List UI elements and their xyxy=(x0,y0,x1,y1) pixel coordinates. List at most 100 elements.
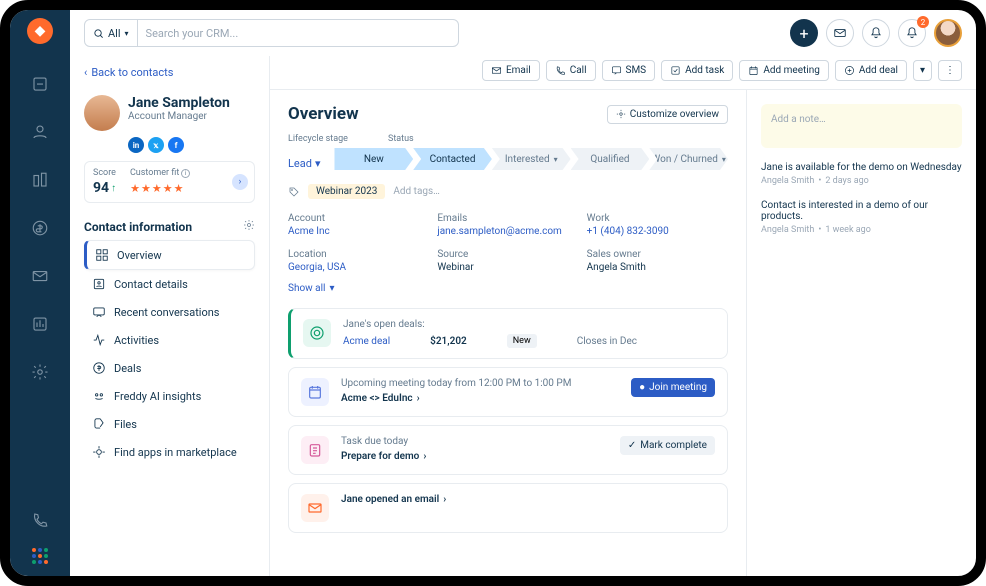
deal-card-title: Jane's open deals: xyxy=(343,319,715,330)
deal-close-date: Closes in Dec xyxy=(577,336,637,347)
call-button[interactable]: Call xyxy=(546,60,596,81)
app-logo[interactable]: ◆ xyxy=(27,18,53,44)
lead-label: Lead xyxy=(288,157,312,170)
contact-role: Account Manager xyxy=(128,111,230,122)
btn-label: Call xyxy=(570,65,587,76)
lifecycle-stage-dropdown[interactable]: Lead ▾ xyxy=(288,157,320,170)
nav-contact-details[interactable]: Contact details xyxy=(84,270,255,298)
topbar-email-icon[interactable] xyxy=(826,19,854,47)
nav-marketplace[interactable]: Find apps in marketplace xyxy=(84,438,255,466)
quick-add-button[interactable]: + xyxy=(790,19,818,47)
deal-amount: $21,202 xyxy=(430,336,467,347)
btn-label: Add task xyxy=(685,65,724,76)
nav-conversations[interactable]: Recent conversations xyxy=(84,298,255,326)
nav-label: Freddy AI insights xyxy=(114,390,201,403)
field-label: Work xyxy=(587,213,728,224)
show-all-label: Show all xyxy=(288,283,325,294)
note-item[interactable]: Contact is interested in a demo of our p… xyxy=(761,200,962,235)
stage-won[interactable]: Won / Churned▾ xyxy=(649,148,728,170)
nav-files[interactable]: Files xyxy=(84,410,255,438)
deal-link[interactable]: Acme deal xyxy=(343,336,390,347)
search-filter-dropdown[interactable]: All ▾ xyxy=(85,20,138,46)
deal-icon xyxy=(303,319,331,347)
task-name: Prepare for demo xyxy=(341,451,419,462)
customer-fit-label: Customer fit xyxy=(130,168,179,178)
search-wrap: All ▾ xyxy=(84,19,459,47)
add-meeting-button[interactable]: Add meeting xyxy=(739,60,829,81)
nav-overview[interactable]: Overview xyxy=(84,240,255,270)
tag-icon xyxy=(288,186,300,198)
note-author: Angela Smith xyxy=(761,176,814,186)
meeting-card: Upcoming meeting today from 12:00 PM to … xyxy=(288,367,728,417)
task-card-title: Task due today xyxy=(341,436,608,447)
rail-reports-icon[interactable] xyxy=(24,308,56,340)
stage-contacted[interactable]: Contacted xyxy=(413,148,492,170)
note-time: 2 days ago xyxy=(825,176,868,186)
activity-text: Jane opened an email xyxy=(341,494,439,505)
add-deal-button[interactable]: Add deal xyxy=(835,60,907,81)
field-label: Location xyxy=(288,249,429,260)
add-note-input[interactable]: Add a note… xyxy=(761,104,962,148)
contact-info-settings-icon[interactable] xyxy=(243,219,255,234)
add-deal-dropdown[interactable]: ▾ xyxy=(913,60,932,81)
tag-chip[interactable]: Webinar 2023 xyxy=(308,184,385,199)
notes-panel: Add a note… Jane is available for the de… xyxy=(746,90,976,576)
email-link[interactable]: jane.sampleton@acme.com xyxy=(437,226,578,237)
rail-home-icon[interactable] xyxy=(24,68,56,100)
rail-phone-icon[interactable] xyxy=(24,504,56,536)
btn-label: SMS xyxy=(626,65,647,76)
btn-label: Email xyxy=(506,65,531,76)
search-filter-label: All xyxy=(108,27,121,40)
phone-link[interactable]: +1 (404) 832-3090 xyxy=(587,226,728,237)
overview-heading: Overview xyxy=(288,104,359,124)
back-to-contacts-link[interactable]: ‹ Back to contacts xyxy=(84,66,255,79)
status-label: Status xyxy=(388,134,414,144)
note-item[interactable]: Jane is available for the demo on Wednes… xyxy=(761,162,962,186)
nav-deals[interactable]: Deals xyxy=(84,354,255,382)
rail-settings-icon[interactable] xyxy=(24,356,56,388)
show-all-fields-button[interactable]: Show all ▾ xyxy=(288,283,728,294)
meeting-card-title: Upcoming meeting today from 12:00 PM to … xyxy=(341,378,619,389)
stage-qualified[interactable]: Qualified xyxy=(571,148,650,170)
source-value: Webinar xyxy=(437,262,578,273)
topbar-alerts-icon[interactable]: 2 xyxy=(898,19,926,47)
rail-email-icon[interactable] xyxy=(24,260,56,292)
btn-label: Mark complete xyxy=(640,440,707,451)
topbar: All ▾ + 2 xyxy=(70,10,976,56)
more-actions-button[interactable]: ⋮ xyxy=(938,60,962,81)
nav-freddy-ai[interactable]: Freddy AI insights xyxy=(84,382,255,410)
nav-label: Deals xyxy=(114,362,141,375)
info-icon[interactable]: i xyxy=(181,169,190,178)
deal-card: Jane's open deals: Acme deal $21,202 New… xyxy=(288,308,728,359)
stage-new[interactable]: New xyxy=(334,148,413,170)
twitter-icon[interactable]: 𝕩 xyxy=(148,137,164,153)
customize-overview-button[interactable]: Customize overview xyxy=(607,105,728,124)
calendar-icon xyxy=(301,378,329,406)
location-link[interactable]: Georgia, USA xyxy=(288,262,429,273)
rail-contacts-icon[interactable] xyxy=(24,116,56,148)
note-text: Contact is interested in a demo of our p… xyxy=(761,200,962,222)
contact-sidebar: ‹ Back to contacts Jane Sampleton Accoun… xyxy=(70,56,270,576)
nav-activities[interactable]: Activities xyxy=(84,326,255,354)
mark-complete-button[interactable]: ✓ Mark complete xyxy=(620,436,715,455)
stage-interested[interactable]: Interested▾ xyxy=(492,148,571,170)
action-bar: Email Call SMS Add task Add meeting Add … xyxy=(270,56,976,90)
search-input[interactable] xyxy=(138,27,458,40)
email-button[interactable]: Email xyxy=(482,60,540,81)
sms-button[interactable]: SMS xyxy=(602,60,656,81)
add-task-button[interactable]: Add task xyxy=(661,60,733,81)
rail-deals-icon[interactable] xyxy=(24,212,56,244)
score-expand-icon[interactable]: › xyxy=(232,174,248,190)
join-meeting-button[interactable]: ● Join meeting xyxy=(631,378,715,397)
rail-apps-icon[interactable] xyxy=(32,548,48,564)
facebook-icon[interactable]: f xyxy=(168,137,184,153)
user-avatar[interactable] xyxy=(934,19,962,47)
task-card: Task due today Prepare for demo › ✓ Mark… xyxy=(288,425,728,475)
deal-status-chip: New xyxy=(507,334,537,348)
field-label: Source xyxy=(437,249,578,260)
linkedin-icon[interactable]: in xyxy=(128,137,144,153)
rail-accounts-icon[interactable] xyxy=(24,164,56,196)
topbar-notifications-icon[interactable] xyxy=(862,19,890,47)
add-tags-button[interactable]: Add tags… xyxy=(393,186,439,197)
account-link[interactable]: Acme Inc xyxy=(288,226,429,237)
